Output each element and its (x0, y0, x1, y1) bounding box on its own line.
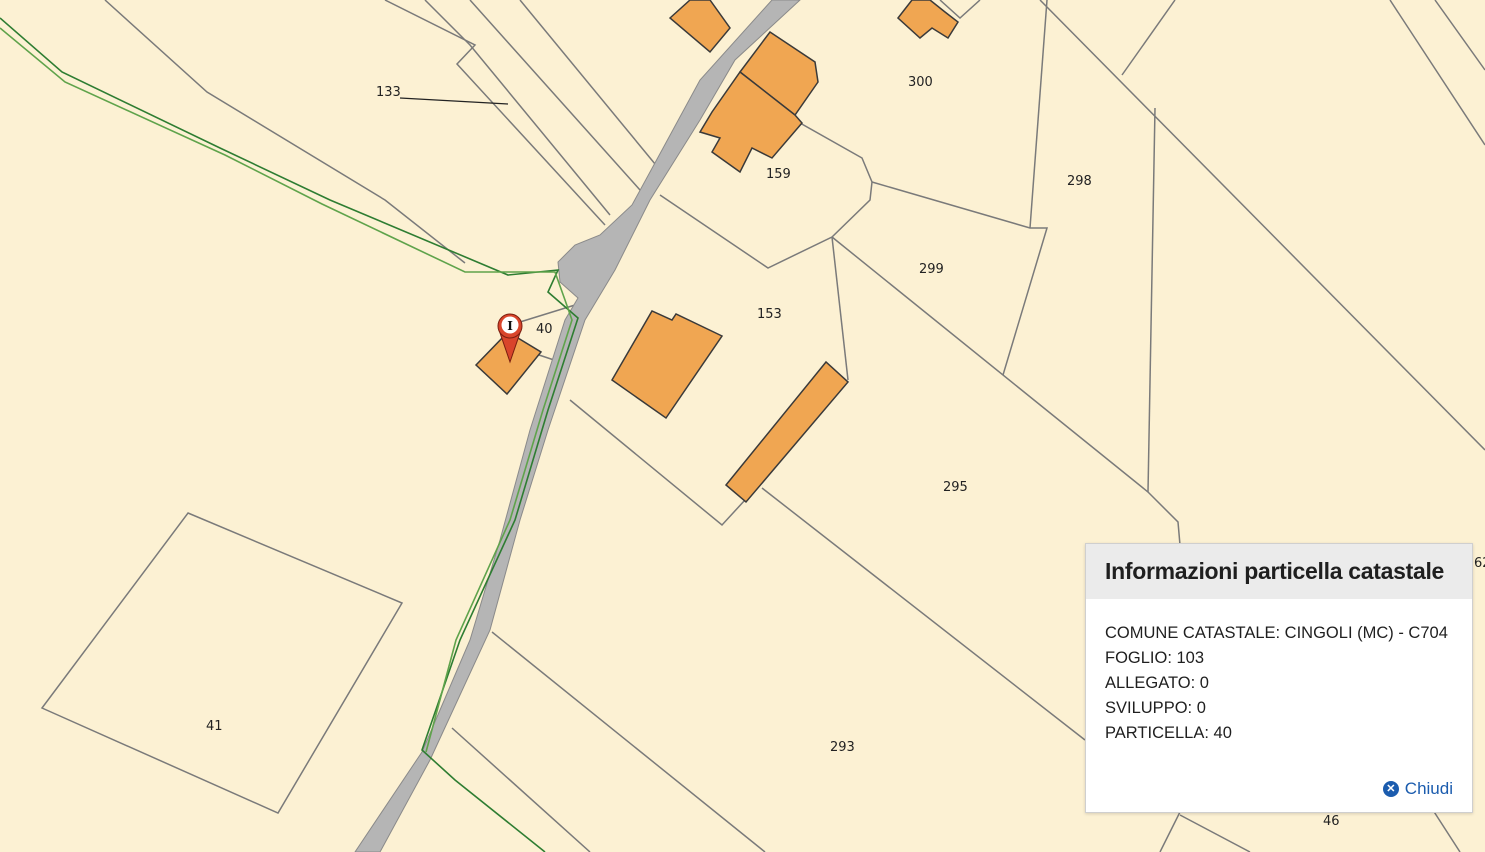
close-label: Chiudi (1404, 779, 1453, 798)
info-row-sviluppo: SVILUPPO: 0 (1105, 699, 1206, 717)
parcel-label: 46 (1323, 814, 1340, 829)
close-button[interactable]: ✕ Chiudi (1382, 779, 1453, 799)
parcel-label: 298 (1067, 174, 1092, 189)
parcel-label: 159 (766, 167, 791, 182)
parcel-label: 295 (943, 480, 968, 495)
popup-body: COMUNE CATASTALE: CINGOLI (MC) - C704 FO… (1086, 599, 1472, 746)
parcel-label: 62 (1474, 556, 1485, 571)
parcel-label: 41 (206, 719, 223, 734)
parcel-label: 133 (376, 85, 401, 100)
parcel-label: 300 (908, 75, 933, 90)
parcel-label: 293 (830, 740, 855, 755)
info-row-allegato: ALLEGATO: 0 (1105, 674, 1209, 692)
close-circle-icon: ✕ (1382, 781, 1399, 797)
parcel-label: 40 (536, 322, 553, 337)
svg-text:I: I (507, 319, 513, 333)
popup-header: Informazioni particella catastale (1086, 544, 1472, 599)
parcel-label: 299 (919, 262, 944, 277)
info-row-comune: COMUNE CATASTALE: CINGOLI (MC) - C704 (1105, 624, 1448, 642)
parcel-label: 153 (757, 307, 782, 322)
info-row-particella: PARTICELLA: 40 (1105, 724, 1232, 742)
popup-title: Informazioni particella catastale (1105, 558, 1445, 584)
info-row-foglio: FOGLIO: 103 (1105, 649, 1205, 667)
parcel-info-popup: Informazioni particella catastale COMUNE… (1085, 543, 1473, 813)
